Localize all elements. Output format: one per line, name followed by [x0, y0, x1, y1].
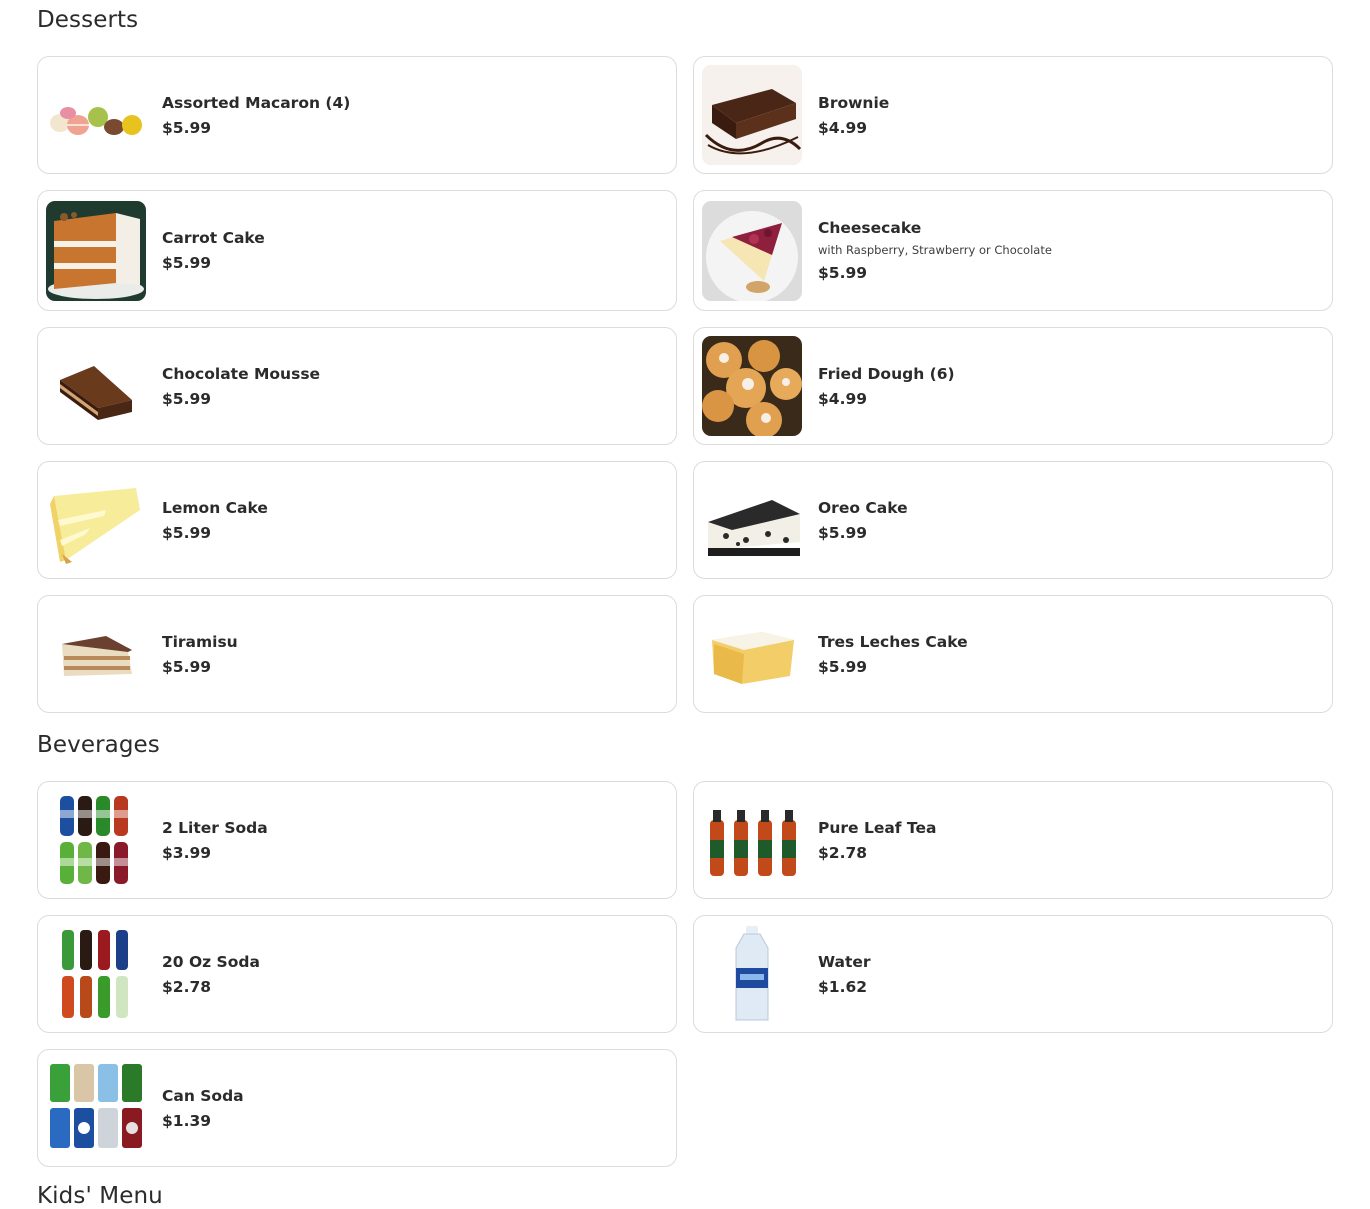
- two-liter-soda-image: [46, 790, 146, 890]
- item-name: Oreo Cake: [818, 498, 908, 517]
- item-price: $4.99: [818, 118, 868, 137]
- item-price: $5.99: [818, 657, 868, 676]
- item-name: Water: [818, 952, 871, 971]
- tiramisu-image: [46, 604, 146, 704]
- item-name: Carrot Cake: [162, 229, 265, 247]
- item-name: 2 Liter Soda: [162, 818, 268, 837]
- item-name: Chocolate Mousse: [162, 364, 321, 383]
- fried-dough-image: [702, 336, 802, 436]
- section-title-desserts: Desserts: [37, 7, 139, 33]
- item-name: Cheesecake: [818, 219, 922, 237]
- item-name: Assorted Macaron (4): [162, 93, 351, 112]
- item-price: $1.62: [818, 977, 868, 996]
- menu-item-tiramisu[interactable]: Tiramisu $5.99: [37, 595, 677, 713]
- menu-item-oreo-cake[interactable]: Oreo Cake $5.99: [693, 461, 1333, 579]
- twenty-oz-soda-image: [46, 924, 146, 1024]
- item-price: $5.99: [818, 264, 868, 282]
- item-price: $5.99: [162, 523, 212, 542]
- item-price: $2.78: [162, 977, 212, 996]
- item-price: $5.99: [162, 657, 212, 676]
- item-price: $1.39: [162, 1111, 212, 1130]
- menu-item-carrot-cake[interactable]: Carrot Cake $5.99: [37, 190, 677, 311]
- item-price: $2.78: [818, 843, 868, 862]
- menu-item-cheesecake[interactable]: Cheesecake with Raspberry, Strawberry or…: [693, 190, 1333, 311]
- item-price: $3.99: [162, 843, 212, 862]
- can-soda-image: [46, 1058, 146, 1158]
- item-name: Brownie: [818, 93, 890, 112]
- menu-item-tres-leches[interactable]: Tres Leches Cake $5.99: [693, 595, 1333, 713]
- oreo-cake-image: [702, 470, 802, 570]
- menu-item-can-soda[interactable]: Can Soda $1.39: [37, 1049, 677, 1167]
- item-name: Lemon Cake: [162, 498, 268, 517]
- chocolate-mousse-image: [46, 336, 146, 436]
- pure-leaf-tea-image: [702, 790, 802, 890]
- carrot-cake-image: [46, 201, 146, 301]
- menu-item-brownie[interactable]: Brownie $4.99: [693, 56, 1333, 174]
- item-name: Tiramisu: [162, 632, 238, 651]
- item-description: with Raspberry, Strawberry or Chocolate: [818, 243, 1052, 257]
- item-price: $5.99: [162, 118, 212, 137]
- brownie-image: [702, 65, 802, 165]
- item-price: $5.99: [162, 389, 212, 408]
- menu-item-2-liter-soda[interactable]: 2 Liter Soda $3.99: [37, 781, 677, 899]
- menu-item-fried-dough[interactable]: Fried Dough (6) $4.99: [693, 327, 1333, 445]
- item-price: $5.99: [162, 254, 212, 272]
- section-title-beverages: Beverages: [37, 732, 160, 758]
- lemon-cake-image: [46, 470, 146, 570]
- item-name: Tres Leches Cake: [818, 632, 968, 651]
- menu-item-20-oz-soda[interactable]: 20 Oz Soda $2.78: [37, 915, 677, 1033]
- menu-item-chocolate-mousse[interactable]: Chocolate Mousse $5.99: [37, 327, 677, 445]
- item-name: 20 Oz Soda: [162, 952, 260, 971]
- item-name: Can Soda: [162, 1086, 244, 1105]
- menu-item-water[interactable]: Water $1.62: [693, 915, 1333, 1033]
- cheesecake-image: [702, 201, 802, 301]
- menu-item-lemon-cake[interactable]: Lemon Cake $5.99: [37, 461, 677, 579]
- water-bottle-image: [702, 924, 802, 1024]
- menu-item-pure-leaf-tea[interactable]: Pure Leaf Tea $2.78: [693, 781, 1333, 899]
- item-price: $4.99: [818, 389, 868, 408]
- tres-leches-image: [702, 604, 802, 704]
- item-name: Pure Leaf Tea: [818, 818, 937, 837]
- macaron-image: [46, 65, 146, 165]
- menu-item-assorted-macaron[interactable]: Assorted Macaron (4) $5.99: [37, 56, 677, 174]
- item-name: Fried Dough (6): [818, 364, 955, 383]
- section-title-kids-menu: Kids' Menu: [37, 1183, 163, 1209]
- item-price: $5.99: [818, 523, 868, 542]
